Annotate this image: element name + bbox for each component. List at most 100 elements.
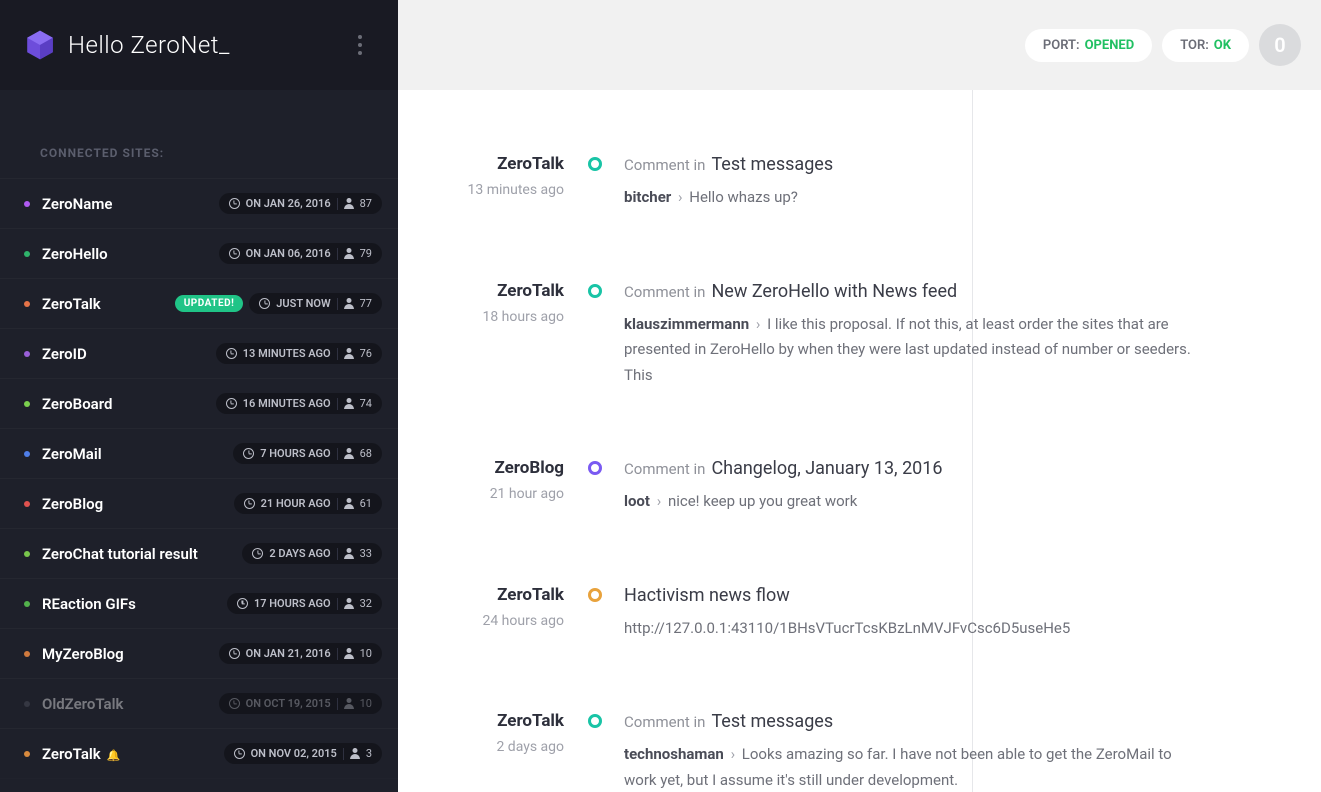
site-item[interactable]: ZeroNet.binON DEC 12, 20153 bbox=[0, 778, 398, 792]
site-peer-count: 10 bbox=[360, 697, 372, 710]
notification-count-badge[interactable]: 0 bbox=[1259, 24, 1301, 66]
site-time-label: ON NOV 02, 2015 bbox=[251, 747, 337, 760]
site-peer-count: 76 bbox=[360, 347, 372, 360]
user-icon bbox=[350, 748, 360, 759]
feed-item[interactable]: ZeroTalk2 days agoComment inTest message… bbox=[438, 711, 1281, 792]
feed-title: Hactivism news flow bbox=[624, 585, 790, 606]
feed-title-row: Comment inChangelog, January 13, 2016 bbox=[624, 458, 1201, 479]
port-status-pill[interactable]: PORT: OPENED bbox=[1025, 29, 1152, 62]
site-peer-count: 10 bbox=[360, 647, 372, 660]
status-dot-icon bbox=[24, 601, 30, 607]
site-peer-count: 79 bbox=[360, 247, 372, 260]
port-label: PORT: bbox=[1043, 38, 1080, 53]
feed-title-row: Comment inTest messages bbox=[624, 711, 1201, 732]
site-item[interactable]: OldZeroTalkON OCT 19, 201510 bbox=[0, 678, 398, 728]
feed-item[interactable]: ZeroBlog21 hour agoComment inChangelog, … bbox=[438, 458, 1281, 515]
site-peer-count: 87 bbox=[360, 197, 372, 210]
site-item[interactable]: ZeroChat tutorial result2 DAYS AGO33 bbox=[0, 528, 398, 578]
site-time-label: JUST NOW bbox=[276, 297, 330, 310]
feed-body: Hactivism news flow http://127.0.0.1:4311… bbox=[624, 585, 1281, 642]
site-time-label: 13 MINUTES AGO bbox=[243, 347, 331, 360]
feed-item[interactable]: ZeroTalk 18 hours ago Comment inNew ZeroHe… bbox=[438, 281, 1281, 389]
site-peer-count: 33 bbox=[360, 547, 372, 560]
feed-user-sep: › bbox=[653, 492, 665, 510]
feed-site-name: ZeroTalk bbox=[438, 585, 564, 605]
tor-value: OK bbox=[1214, 38, 1231, 53]
feed-timestamp: 13 minutes ago bbox=[438, 182, 564, 198]
feed-meta: ZeroTalk13 minutes ago bbox=[438, 154, 588, 211]
bell-icon: 🔔 bbox=[107, 749, 121, 762]
site-item[interactable]: MyZeroBlogON JAN 21, 201610 bbox=[0, 628, 398, 678]
clock-icon bbox=[244, 498, 255, 509]
site-time-label: 17 HOURS AGO bbox=[254, 597, 331, 610]
feed-text: http://127.0.0.1:43110/1BHsVTucrTcsKBzLn… bbox=[624, 619, 1070, 637]
feed-body: Comment inTest messagesbitcher › Hello w… bbox=[624, 154, 1281, 211]
feed-text: nice! keep up you great work bbox=[668, 492, 857, 510]
feed-timestamp: 21 hour ago bbox=[438, 486, 564, 502]
site-time-label: 7 HOURS AGO bbox=[260, 447, 330, 460]
site-item[interactable]: ZeroHello ON JAN 06, 2016 79 bbox=[0, 228, 398, 278]
timeline-marker-icon bbox=[588, 714, 602, 728]
feed-site-name: ZeroTalk bbox=[438, 281, 564, 301]
port-value: OPENED bbox=[1085, 38, 1135, 53]
site-time-label: 16 MINUTES AGO bbox=[243, 397, 331, 410]
site-item[interactable]: ZeroBlog21 HOUR AGO61 bbox=[0, 478, 398, 528]
site-list: ZeroNameON JAN 26, 201687 ZeroHello ON JAN… bbox=[0, 178, 398, 792]
clock-icon bbox=[229, 648, 240, 659]
app-title: Hello ZeroNet_ bbox=[68, 31, 346, 59]
site-item[interactable]: ZeroMail7 HOURS AGO68 bbox=[0, 428, 398, 478]
feed-user-sep: › bbox=[674, 188, 686, 206]
feed-username: technoshaman bbox=[624, 745, 724, 763]
main-area: PORT: OPENED TOR: OK 0 ZeroTalk13 minute… bbox=[398, 0, 1321, 792]
user-icon bbox=[344, 498, 354, 509]
site-time-label: ON JAN 21, 2016 bbox=[246, 647, 331, 660]
status-dot-icon bbox=[24, 201, 30, 207]
clock-icon bbox=[237, 598, 248, 609]
site-item[interactable]: ZeroBoard16 MINUTES AGO74 bbox=[0, 378, 398, 428]
site-time-label: ON JAN 06, 2016 bbox=[246, 247, 331, 260]
clock-icon bbox=[234, 748, 245, 759]
pill-separator bbox=[343, 748, 344, 760]
pill-separator bbox=[337, 448, 338, 460]
tor-status-pill[interactable]: TOR: OK bbox=[1162, 29, 1249, 62]
site-time-label: 2 DAYS AGO bbox=[269, 547, 330, 560]
site-meta-pill: ON OCT 19, 201510 bbox=[219, 693, 382, 714]
clock-icon bbox=[259, 298, 270, 309]
feed-prefix-label: Comment in bbox=[624, 713, 705, 731]
feed-meta: ZeroTalk24 hours ago bbox=[438, 585, 588, 642]
feed-item[interactable]: ZeroTalk13 minutes ago Comment inTest mes… bbox=[438, 154, 1281, 211]
site-item[interactable]: ZeroTalk🔔ON NOV 02, 20153 bbox=[0, 728, 398, 778]
feed-content: http://127.0.0.1:43110/1BHsVTucrTcsKBzLn… bbox=[624, 616, 1201, 642]
status-dot-icon bbox=[24, 401, 30, 407]
pill-separator bbox=[337, 698, 338, 710]
clock-icon bbox=[229, 698, 240, 709]
clock-icon bbox=[226, 398, 237, 409]
sidebar-header: Hello ZeroNet_ bbox=[0, 0, 398, 90]
feed-site-name: ZeroTalk bbox=[438, 711, 564, 731]
feed-title-row: Hactivism news flow bbox=[624, 585, 1201, 606]
user-icon bbox=[344, 448, 354, 459]
status-dot-icon bbox=[24, 651, 30, 657]
user-icon bbox=[344, 648, 354, 659]
site-name-label: ZeroHello bbox=[42, 245, 213, 263]
site-item[interactable]: ZeroTalkUPDATED!JUST NOW77 bbox=[0, 278, 398, 328]
site-item[interactable]: ZeroID13 MINUTES AGO76 bbox=[0, 328, 398, 378]
site-name-label: ZeroTalk bbox=[42, 295, 169, 313]
timeline-marker-icon bbox=[588, 157, 602, 171]
feed-title: Changelog, January 13, 2016 bbox=[711, 458, 942, 479]
feed-user-sep: › bbox=[752, 315, 764, 333]
feed-timestamp: 18 hours ago bbox=[438, 309, 564, 325]
feed-title-row: Comment inNew ZeroHello with News feed bbox=[624, 281, 1201, 302]
site-item[interactable]: ZeroNameON JAN 26, 201687 bbox=[0, 178, 398, 228]
feed-body: Comment inTest messagestechnoshaman › Lo… bbox=[624, 711, 1281, 792]
feed-content: loot › nice! keep up you great work bbox=[624, 489, 1201, 515]
site-peer-count: 68 bbox=[360, 447, 372, 460]
feed-item[interactable]: ZeroTalk24 hours ago Hactivism news flow h… bbox=[438, 585, 1281, 642]
status-dot-icon bbox=[24, 251, 30, 257]
site-name-label: ZeroName bbox=[42, 195, 213, 213]
pill-separator bbox=[337, 198, 338, 210]
feed-list: ZeroTalk13 minutes agoComment inTest mes… bbox=[438, 154, 1281, 792]
site-item[interactable]: REaction GIFs17 HOURS AGO32 bbox=[0, 578, 398, 628]
feed-title: New ZeroHello with News feed bbox=[711, 281, 957, 302]
kebab-menu-icon[interactable] bbox=[346, 31, 374, 59]
